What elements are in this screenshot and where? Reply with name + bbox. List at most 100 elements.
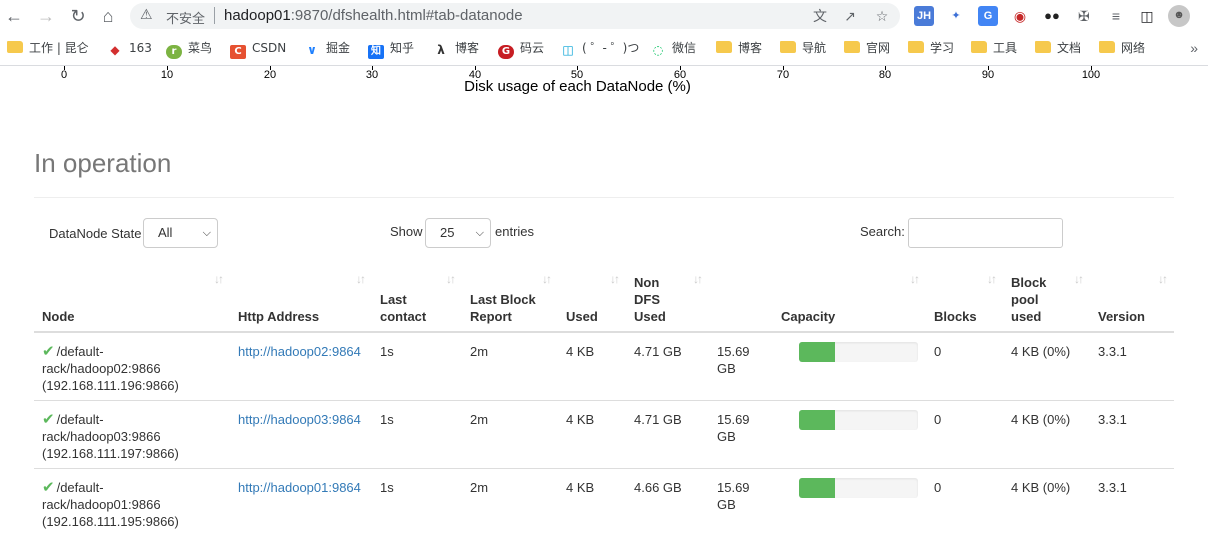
- reading-list-icon[interactable]: ≡: [1106, 6, 1126, 26]
- bookmarks-overflow-icon[interactable]: »: [1190, 40, 1198, 56]
- bookmark-zhihu[interactable]: 知知乎: [368, 39, 414, 59]
- http-address-link[interactable]: http://hadoop03:9864: [238, 412, 361, 427]
- extension-mask-icon[interactable]: ●●: [1042, 6, 1062, 26]
- bookmark-label: 工作 | 昆仑: [29, 41, 89, 55]
- version-cell: 3.3.1: [1090, 468, 1174, 536]
- chart-axis-title: Disk usage of each DataNode (%): [464, 78, 691, 95]
- extension-ublock-icon[interactable]: ◉: [1010, 6, 1030, 26]
- sort-icon: ↓↑: [1158, 272, 1168, 286]
- folder-icon: [716, 41, 732, 53]
- header-label: Last contact: [380, 292, 427, 324]
- col-header-last-block-report[interactable]: ↓↑ Last Block Report: [462, 262, 558, 333]
- bookmark-folder-work[interactable]: 工作 | 昆仑: [7, 39, 89, 59]
- block-pool-used-cell: 4 KB (0%): [1003, 400, 1090, 469]
- bookmark-folder-network[interactable]: 网络: [1099, 39, 1145, 59]
- header-label: Used: [566, 309, 598, 324]
- capacity-progress-bar: [798, 478, 918, 498]
- col-header-used[interactable]: ↓↑ Used: [558, 262, 626, 333]
- node-name: /default-: [56, 412, 104, 427]
- bookmark-163[interactable]: ◆ 163: [107, 39, 152, 59]
- side-panel-icon[interactable]: ◫: [1137, 6, 1157, 26]
- capacity-progress-fill: [798, 478, 835, 498]
- bookmark-gitee[interactable]: G 码云: [498, 39, 544, 59]
- http-address-link[interactable]: http://hadoop02:9864: [238, 344, 361, 359]
- http-address-cell: http://hadoop01:9864: [230, 468, 372, 536]
- bookmark-label: CSDN: [252, 41, 287, 55]
- node-name: /default-: [56, 480, 104, 495]
- capacity-cell: 15.69 GB: [709, 400, 926, 469]
- bookmark-folder-study[interactable]: 学习: [908, 39, 954, 59]
- bookmark-star-icon[interactable]: ☆: [872, 6, 892, 26]
- insecure-label[interactable]: 不安全: [166, 8, 205, 27]
- bookmark-runoob[interactable]: r 菜鸟: [166, 39, 212, 59]
- sort-icon: ↓↑: [693, 272, 703, 286]
- bookmark-folder-blog[interactable]: 博客: [716, 39, 762, 59]
- wechat-icon: ◌: [650, 43, 666, 57]
- bookmark-folder-official[interactable]: 官网: [844, 39, 890, 59]
- sort-icon: ↓↑: [356, 272, 366, 286]
- extensions-puzzle-icon[interactable]: ✠: [1074, 6, 1094, 26]
- http-address-link[interactable]: http://hadoop01:9864: [238, 480, 361, 495]
- folder-icon: [971, 41, 987, 53]
- forward-icon[interactable]: →: [34, 4, 58, 28]
- translate-icon[interactable]: 文: [810, 6, 830, 26]
- header-label: Node: [42, 309, 75, 324]
- home-icon[interactable]: ⌂: [96, 4, 120, 28]
- address-bar[interactable]: ⚠ 不安全 hadoop01:9870/dfshealth.html#tab-d…: [130, 3, 900, 29]
- bilibili-icon: ◫: [560, 43, 576, 57]
- bookmark-csdn[interactable]: C CSDN: [230, 39, 286, 59]
- extension-bird-icon[interactable]: ✦: [946, 6, 966, 26]
- profile-avatar[interactable]: ☻: [1168, 5, 1190, 27]
- col-header-block-pool-used[interactable]: ↓↑ Block pool used: [1003, 262, 1090, 333]
- col-header-node[interactable]: ↓↑ Node: [34, 262, 230, 333]
- zhihu-icon: 知: [368, 45, 384, 59]
- bookmark-folder-tools[interactable]: 工具: [971, 39, 1017, 59]
- node-cell: ✔/default- rack/hadoop02:9866 (192.168.1…: [34, 332, 230, 401]
- node-name: /default-: [56, 344, 104, 359]
- bookmark-bilibili[interactable]: ◫ ( ゜- ゜)つ: [560, 39, 639, 59]
- bookmark-label: 菜鸟: [188, 41, 213, 55]
- chevron-down-icon: ⌵: [475, 227, 484, 239]
- url-text[interactable]: hadoop01:9870/dfshealth.html#tab-datanod…: [224, 7, 523, 24]
- reload-icon[interactable]: ↻: [66, 4, 90, 28]
- table-row: ✔/default- rack/hadoop03:9866 (192.168.1…: [34, 400, 1174, 469]
- node-ip: (192.168.111.196:9866): [42, 378, 179, 393]
- node-name: rack/hadoop03:9866: [42, 429, 161, 444]
- bookmarks-bar: 工作 | 昆仑 ◆ 163 r 菜鸟 C CSDN ∨ 掘金 知知乎 λ 博客 G 码云 ◫…: [0, 34, 1208, 62]
- extension-jh-icon[interactable]: JH: [914, 6, 934, 26]
- sort-icon: ↓↑: [1074, 272, 1084, 286]
- bookmark-juejin[interactable]: ∨ 掘金: [304, 39, 350, 59]
- datanode-state-select[interactable]: All ⌵: [143, 218, 218, 248]
- header-label: Block pool used: [1011, 275, 1047, 324]
- col-header-non-dfs-used[interactable]: ↓↑ Non DFS Used: [626, 262, 709, 333]
- page-length-select[interactable]: 25 ⌵: [425, 218, 491, 248]
- back-icon[interactable]: ←: [2, 4, 26, 28]
- sort-icon: ↓↑: [542, 272, 552, 286]
- section-divider: [34, 197, 1174, 198]
- warning-icon[interactable]: ⚠: [140, 6, 153, 23]
- used-cell: 4 KB: [558, 400, 626, 469]
- col-header-last-contact[interactable]: ↓↑ Last contact: [372, 262, 462, 333]
- col-header-blocks[interactable]: ↓↑ Blocks: [926, 262, 1003, 333]
- block-pool-used-cell: 4 KB (0%): [1003, 468, 1090, 536]
- header-label: Non DFS Used: [634, 275, 666, 324]
- url-host: hadoop01: [224, 7, 291, 24]
- bookmark-folder-docs[interactable]: 文档: [1035, 39, 1081, 59]
- col-header-http-address[interactable]: ↓↑ Http Address: [230, 262, 372, 333]
- search-input[interactable]: [908, 218, 1063, 248]
- bookmark-wechat[interactable]: ◌ 微信: [650, 39, 696, 59]
- bookmark-folder-nav[interactable]: 导航: [780, 39, 826, 59]
- share-icon[interactable]: ↗: [840, 6, 860, 26]
- col-header-version[interactable]: ↓↑ Version: [1090, 262, 1174, 333]
- bookmark-cnblogs[interactable]: λ 博客: [433, 39, 479, 59]
- search-label: Search:: [860, 224, 905, 239]
- version-cell: 3.3.1: [1098, 344, 1127, 359]
- gitee-icon: G: [498, 45, 514, 59]
- col-header-capacity[interactable]: ↓↑ Capacity: [709, 262, 926, 333]
- header-label: Http Address: [238, 309, 320, 324]
- header-label: Capacity: [781, 309, 836, 324]
- extension-google-translate-icon[interactable]: G: [978, 6, 998, 26]
- datanode-state-value: All: [158, 225, 173, 240]
- omnibox-divider: [214, 7, 215, 24]
- folder-icon: [844, 41, 860, 53]
